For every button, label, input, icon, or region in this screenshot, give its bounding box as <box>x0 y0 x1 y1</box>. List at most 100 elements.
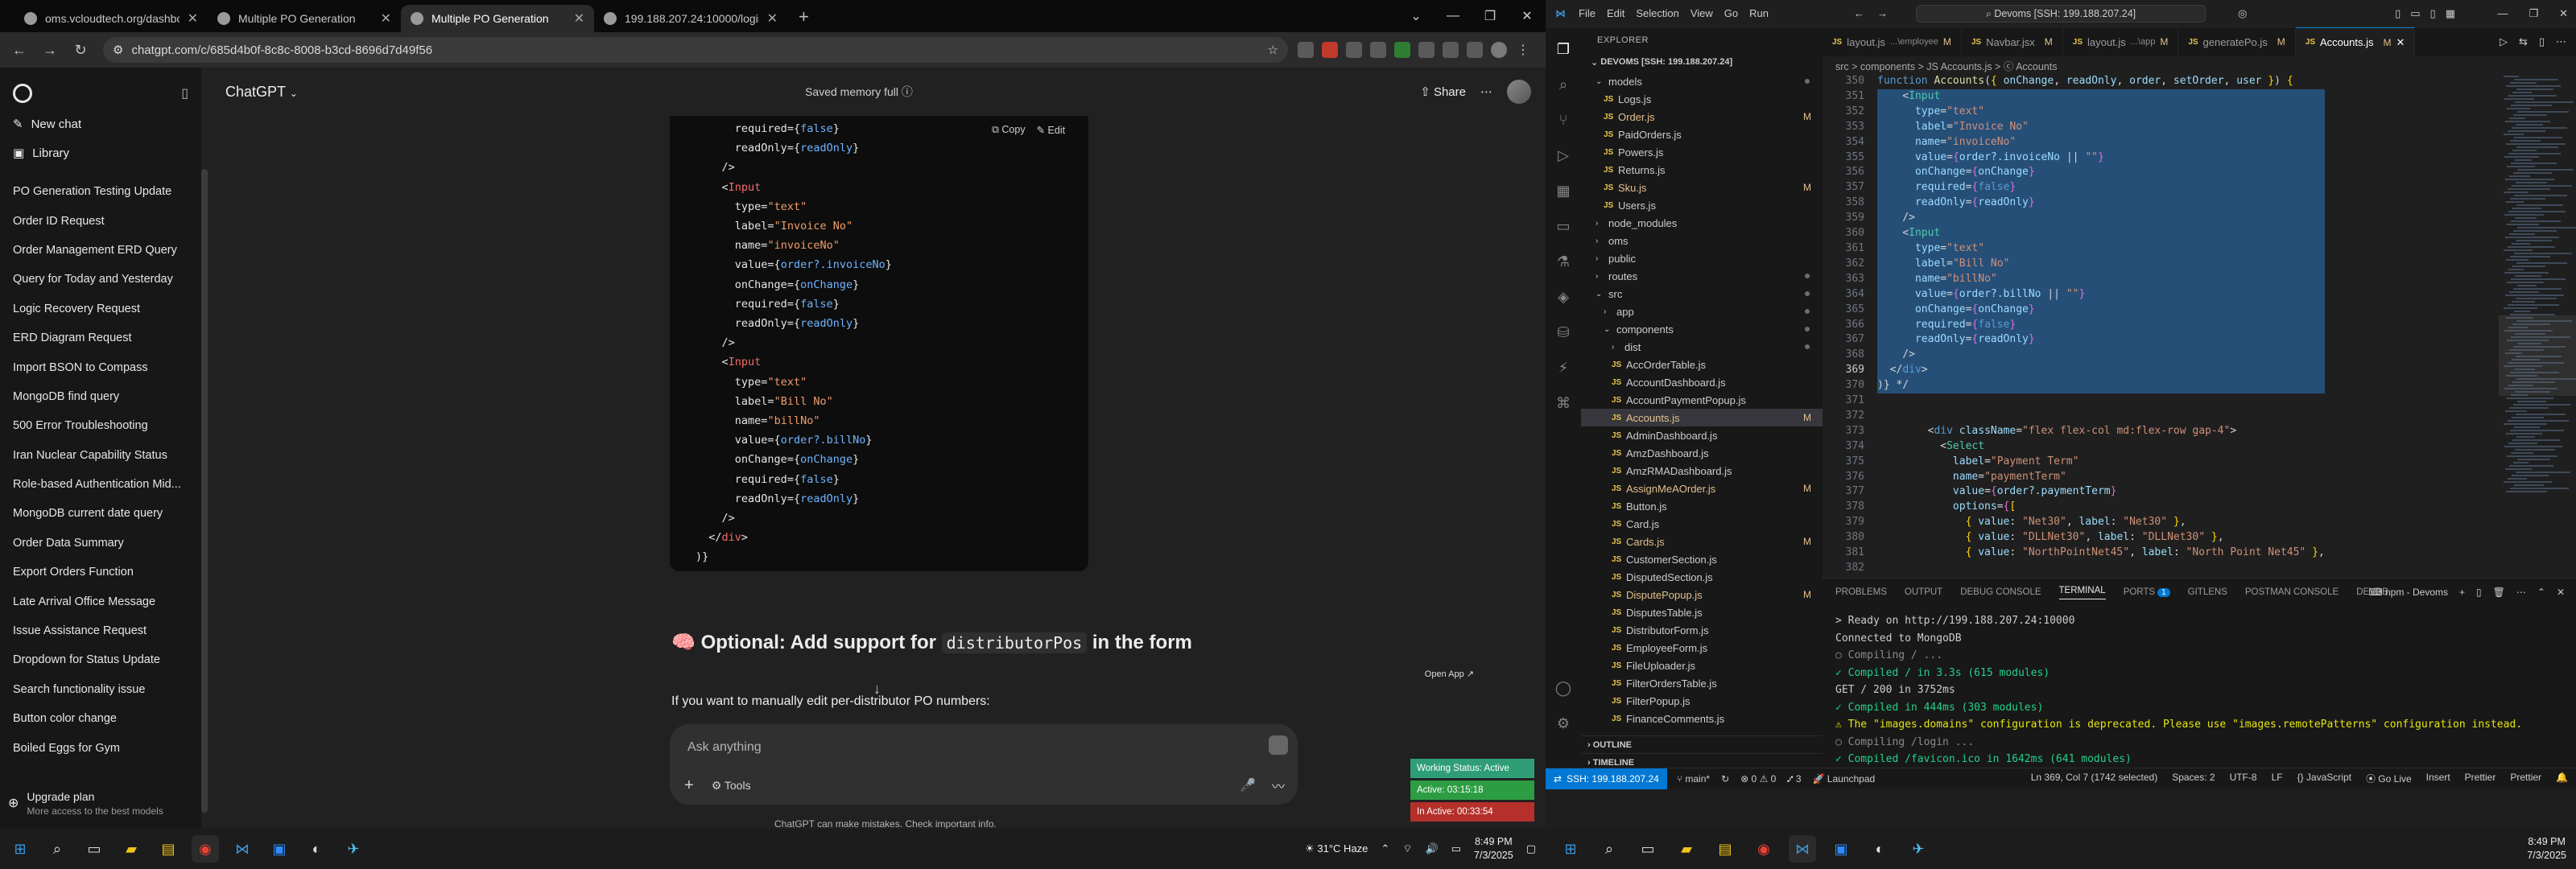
new-tab-button[interactable]: + <box>787 6 820 32</box>
file-item[interactable]: JS AccountPaymentPopup.js <box>1581 391 1823 409</box>
store-icon[interactable]: ▤ <box>1711 835 1739 863</box>
file-explorer-icon[interactable]: ▰ <box>1673 835 1700 863</box>
upgrade-plan-button[interactable]: ⊕ Upgrade plan More access to the best m… <box>8 780 193 826</box>
chrome-tab-oms-dashboard[interactable]: oms.vcloudtech.org/dashboard ✕ <box>14 5 208 32</box>
chat-history-item[interactable]: Order Management ERD Query <box>8 236 193 265</box>
chat-history-item[interactable]: Order ID Request <box>8 206 193 235</box>
toggle-panel-icon[interactable]: ▭ <box>2410 7 2420 20</box>
folder-item[interactable]: › node_modules <box>1581 214 1823 232</box>
chrome-tab-login[interactable]: 199.188.207.24:10000/login ✕ <box>594 5 787 32</box>
minimap[interactable] <box>2499 74 2576 578</box>
file-item[interactable]: JS AmzDashboard.js <box>1581 444 1823 462</box>
file-item[interactable]: JS DistributorForm.js <box>1581 621 1823 639</box>
search-icon[interactable]: ⌕ <box>43 835 71 863</box>
file-item[interactable]: JS FilterPopup.js <box>1581 692 1823 710</box>
file-item[interactable]: JS AssignMeAOrder.js M <box>1581 480 1823 497</box>
copilot-icon[interactable]: ◎ <box>2238 7 2247 20</box>
more-options-icon[interactable]: ⋯ <box>1480 84 1492 99</box>
close-window-icon[interactable]: ✕ <box>1509 0 1546 32</box>
back-icon[interactable]: ← <box>6 37 32 63</box>
close-icon[interactable]: ✕ <box>767 10 778 27</box>
battery-icon[interactable]: ▭ <box>1451 842 1461 855</box>
extensions-icon[interactable]: ▦ <box>1553 180 1574 201</box>
extension-icon[interactable] <box>1346 42 1362 58</box>
profile-avatar[interactable] <box>1491 42 1507 58</box>
menu-item-edit[interactable]: Edit <box>1607 7 1624 19</box>
panel-tab-ports[interactable]: PORTS 1 <box>2124 587 2170 597</box>
file-item[interactable]: JS PaidOrders.js <box>1581 126 1823 143</box>
thunder-icon[interactable]: ⚡ <box>1553 357 1574 378</box>
file-item[interactable]: JS Powers.js <box>1581 143 1823 161</box>
chat-history-item[interactable]: MongoDB find query <box>8 382 193 411</box>
avatar[interactable] <box>1506 80 1531 104</box>
store-icon[interactable]: ▤ <box>155 835 182 863</box>
openai-logo-icon[interactable] <box>13 84 32 103</box>
chat-history-item[interactable]: Button color change <box>8 704 193 733</box>
zoom-icon[interactable]: ▣ <box>266 835 293 863</box>
file-item[interactable]: JS AccountDashboard.js <box>1581 373 1823 391</box>
folder-item[interactable]: › public <box>1581 249 1823 267</box>
menu-item-selection[interactable]: Selection <box>1636 7 1678 19</box>
panel-tab-debug-console[interactable]: DEBUG CONSOLE <box>1960 587 2041 597</box>
library-button[interactable]: ▣ Library <box>8 138 193 167</box>
chat-history-item[interactable]: Boiled Eggs for Gym <box>8 733 193 762</box>
panel-tab-terminal[interactable]: TERMINAL <box>2058 586 2106 599</box>
gitlens-icon[interactable]: ◈ <box>1553 286 1574 307</box>
forward-icon[interactable]: → <box>37 37 63 63</box>
editor-tab[interactable]: JS layout.js ...\app M <box>2063 27 2179 56</box>
file-item[interactable]: JS EmployeeForm.js <box>1581 639 1823 657</box>
extension-icon[interactable] <box>1394 42 1410 58</box>
file-explorer-icon[interactable]: ▰ <box>118 835 145 863</box>
trash-icon[interactable]: 🗑 <box>2493 587 2505 598</box>
minimize-icon[interactable]: — <box>1435 0 1472 32</box>
language-mode[interactable]: {} JavaScript <box>2297 772 2351 785</box>
chrome-tab-multiple-po-1[interactable]: Multiple PO Generation ✕ <box>208 5 401 32</box>
panel-tab-problems[interactable]: PROBLEMS <box>1835 587 1887 597</box>
chat-history-item[interactable]: Late Arrival Office Message <box>8 587 193 616</box>
search-icon[interactable]: ⌕ <box>1596 835 1623 863</box>
panel-tab-postman-console[interactable]: POSTMAN CONSOLE <box>2245 587 2339 597</box>
customize-layout-icon[interactable]: ▦ <box>2446 7 2455 20</box>
maximize-panel-icon[interactable]: ⌃ <box>2537 587 2545 598</box>
taskbar-clock[interactable]: 8:49 PM 7/3/2025 <box>1474 835 1513 863</box>
message-composer[interactable]: Ask anything + ⚙ Tools 🎤 〰 <box>670 724 1298 805</box>
minimap-viewport[interactable] <box>2499 315 2576 396</box>
restore-icon[interactable]: ❐ <box>1472 0 1509 32</box>
database-icon[interactable]: ⛁ <box>1553 322 1574 343</box>
compare-icon[interactable]: ⇆ <box>2519 35 2528 48</box>
file-item[interactable]: JS AccOrderTable.js <box>1581 356 1823 373</box>
terminal-name[interactable]: ⌨ npm - Devoms <box>2368 587 2448 598</box>
close-icon[interactable]: ✕ <box>381 10 391 27</box>
more-actions-icon[interactable]: ⋯ <box>2516 587 2526 598</box>
python-icon[interactable]: ⌘ <box>1553 393 1574 414</box>
extension-icon[interactable] <box>1370 42 1386 58</box>
terminal-output[interactable]: > Ready on http://199.188.207.24:10000 Co… <box>1823 606 2576 792</box>
sync-icon[interactable]: ↻ <box>1721 773 1729 785</box>
chat-history-item[interactable]: MongoDB current date query <box>8 499 193 528</box>
weather-widget[interactable]: ☀ 31°C Haze <box>1305 842 1368 855</box>
indentation[interactable]: Spaces: 2 <box>2172 772 2215 785</box>
windows-start-icon[interactable]: ⊞ <box>6 835 34 863</box>
more-actions-icon[interactable]: ⋯ <box>2556 35 2566 48</box>
go-live-button[interactable]: ⦿ Go Live <box>2366 772 2412 785</box>
workspace-root[interactable]: ⌄ DEVOMS [SSH: 199.188.207.24] <box>1581 53 1823 71</box>
folder-item[interactable]: ⌄ src <box>1581 285 1823 303</box>
task-view-icon[interactable]: ▭ <box>80 835 108 863</box>
menu-item-run[interactable]: Run <box>1749 7 1769 19</box>
minimize-icon[interactable]: — <box>2497 7 2508 20</box>
file-item[interactable]: JS Button.js <box>1581 497 1823 515</box>
split-editor-icon[interactable]: ▯ <box>2539 35 2545 48</box>
extensions-puzzle-icon[interactable] <box>1443 42 1459 58</box>
close-panel-icon[interactable]: ✕ <box>2557 587 2565 598</box>
folder-item[interactable]: ⌄ components <box>1581 320 1823 338</box>
notifications-bell-icon[interactable]: 🔔 <box>2556 772 2568 785</box>
vscode-icon[interactable]: ⋈ <box>229 835 256 863</box>
end-of-line[interactable]: LF <box>2272 772 2283 785</box>
chat-history-item[interactable]: ERD Diagram Request <box>8 323 193 352</box>
launchpad-button[interactable]: 🚀 Launchpad <box>1813 773 1876 785</box>
folder-item[interactable]: › routes <box>1581 267 1823 285</box>
open-app-button[interactable]: Open App ↗ <box>1332 669 1474 680</box>
volume-icon[interactable]: 🔊 <box>1426 842 1439 855</box>
app-icon[interactable]: ✈ <box>340 835 367 863</box>
tab-search-icon[interactable]: ⌄ <box>1397 0 1435 32</box>
